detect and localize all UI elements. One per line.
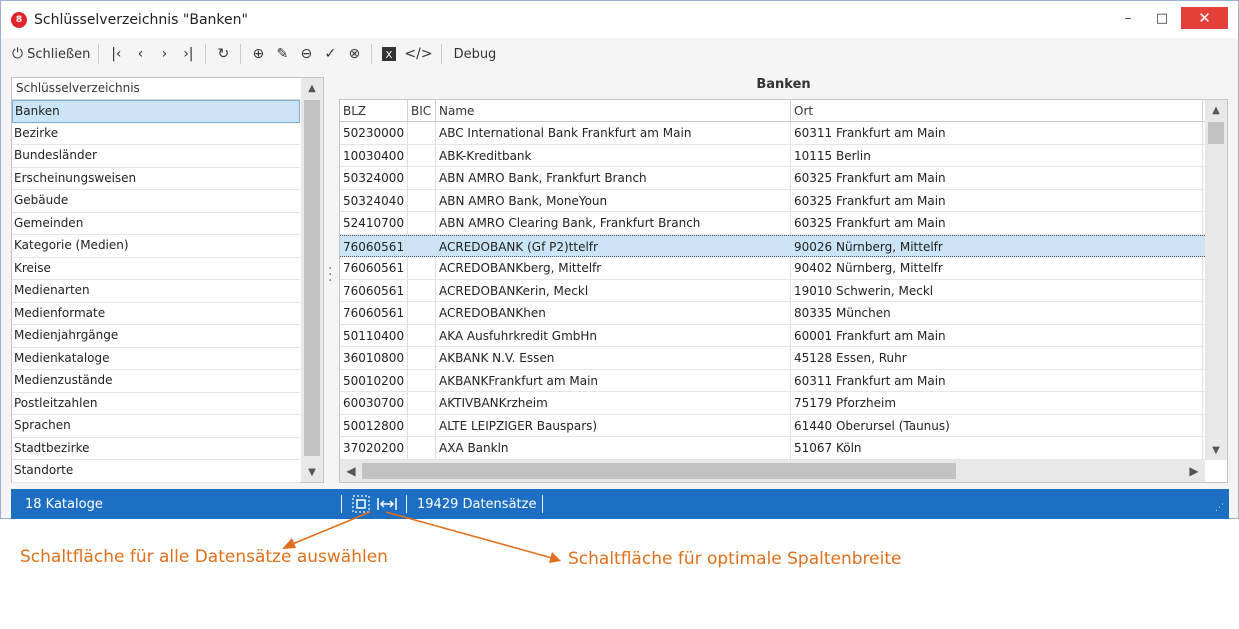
annotation-select-all: Schaltfläche für alle Datensätze auswähl… xyxy=(20,547,388,567)
annotation-optimal-width: Schaltfläche für optimale Spaltenbreite xyxy=(568,549,902,569)
annotation-arrows xyxy=(282,511,561,563)
arrow-line-select-all xyxy=(289,511,371,546)
arrow-line-optimal-width xyxy=(385,511,553,559)
arrow-head-optimal-width xyxy=(549,552,561,563)
